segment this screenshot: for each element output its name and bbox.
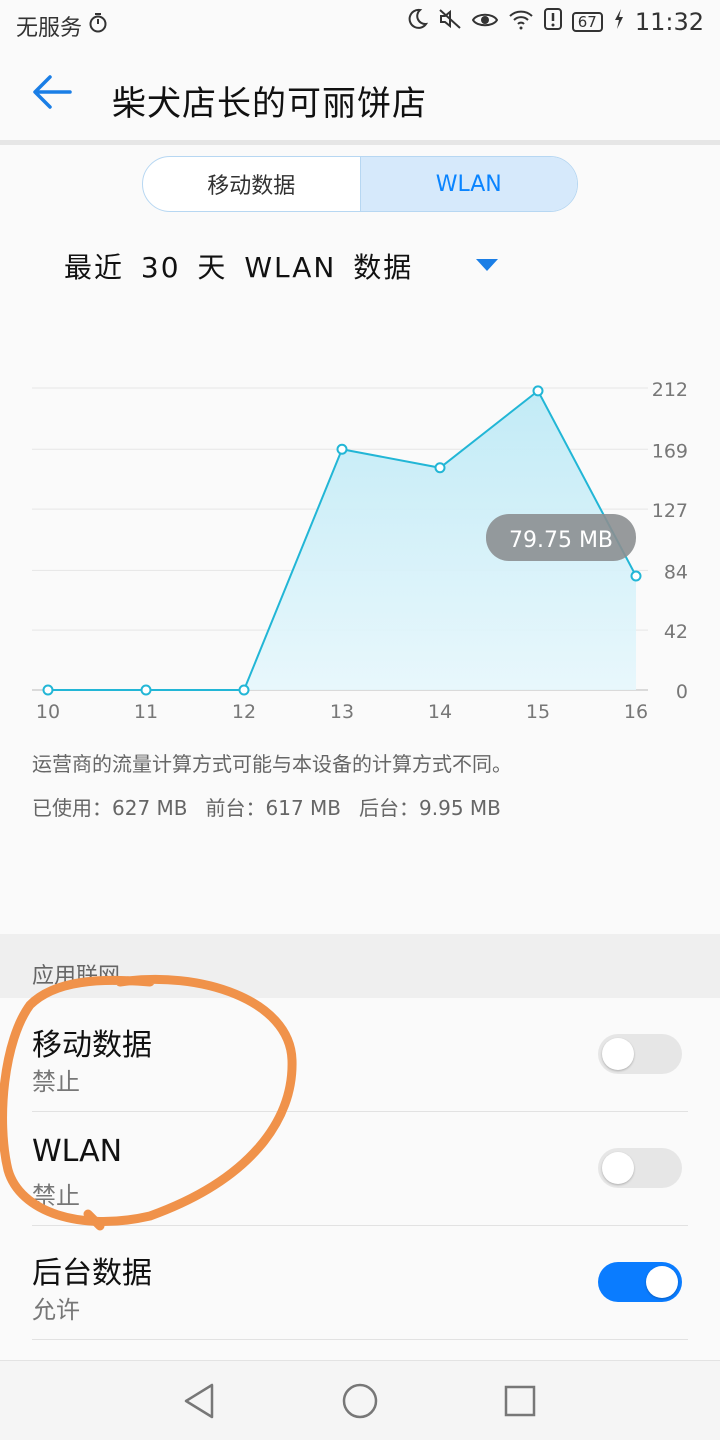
- usage-chart: 10 11 12 13 14 15 16 212 169 127 84 42 0 79.75 MB: [0, 360, 720, 730]
- section-title: 应用联网: [32, 964, 121, 989]
- mobile-data-toggle[interactable]: [598, 1034, 682, 1074]
- eye-icon: [471, 8, 498, 36]
- data-point[interactable]: [532, 385, 544, 397]
- background-data-toggle[interactable]: [598, 1262, 682, 1302]
- bolt-icon: [613, 8, 625, 36]
- carrier-text: 无服务: [16, 16, 83, 41]
- page-title: 柴犬店长的可丽饼店: [112, 84, 427, 124]
- wlan-toggle[interactable]: [598, 1148, 682, 1188]
- nav-back-button[interactable]: [178, 1379, 222, 1423]
- circle-home-icon: [342, 1383, 378, 1419]
- arrow-left-icon: [33, 75, 72, 109]
- y-tick-label: 169: [652, 440, 688, 462]
- status-bar-left: 无服务: [16, 10, 108, 42]
- list-item-wlan[interactable]: WLAN 禁止: [32, 1112, 688, 1226]
- x-tick-label: 11: [134, 701, 158, 723]
- network-access-list: 移动数据 禁止 WLAN 禁止 后台数据 允许: [0, 998, 720, 1360]
- x-tick-label: 14: [428, 701, 452, 723]
- y-tick-label: 127: [652, 500, 688, 522]
- carrier-note: 运营商的流量计算方式可能与本设备的计算方式不同。: [32, 752, 512, 776]
- row-title: WLAN: [32, 1134, 123, 1169]
- x-tick-label: 10: [36, 701, 60, 723]
- list-item-background-data[interactable]: 后台数据 允许: [32, 1226, 688, 1340]
- x-tick-label: 16: [624, 701, 648, 723]
- tab-wlan[interactable]: WLAN: [359, 157, 577, 211]
- row-divider: [32, 1339, 688, 1340]
- y-tick-label: 0: [676, 681, 688, 703]
- nav-home-button[interactable]: [338, 1379, 382, 1423]
- tab-mobile-data[interactable]: 移动数据: [143, 157, 360, 211]
- app-header: 柴犬店长的可丽饼店: [0, 52, 720, 140]
- y-tick-label: 84: [664, 561, 688, 583]
- chart-svg: 10 11 12 13 14 15 16 212 169 127 84 42 0 79.75 MB: [32, 379, 688, 723]
- usage-foreground: 前台：617 MB: [205, 796, 342, 820]
- nav-recents-button[interactable]: [498, 1379, 542, 1423]
- row-subtitle: 禁止: [32, 1068, 80, 1096]
- row-subtitle: 禁止: [32, 1182, 80, 1210]
- clock: 11:32: [634, 8, 704, 36]
- data-point[interactable]: [238, 684, 250, 696]
- battery-indicator: 67: [571, 12, 603, 32]
- tooltip-label: 79.75 MB: [509, 528, 613, 553]
- x-tick-label: 13: [330, 701, 354, 723]
- x-tick-label: 12: [232, 701, 256, 723]
- row-subtitle: 允许: [32, 1296, 80, 1324]
- status-bar: 无服务 67 11:32: [0, 0, 720, 52]
- data-point[interactable]: [42, 684, 54, 696]
- list-item-mobile-data[interactable]: 移动数据 禁止: [32, 998, 688, 1112]
- range-selector[interactable]: 最近 30 天 WLAN 数据: [64, 244, 504, 288]
- usage-summary: 已使用：627 MB 前台：617 MB 后台：9.95 MB: [32, 792, 501, 821]
- data-point[interactable]: [434, 462, 446, 474]
- navigation-bar: [0, 1360, 720, 1440]
- wifi-icon: [508, 8, 534, 36]
- back-button[interactable]: [28, 72, 84, 120]
- y-tick-label: 42: [664, 621, 688, 643]
- data-point[interactable]: [336, 443, 348, 455]
- dropdown-triangle-icon: [476, 259, 498, 271]
- status-bar-right: 67 11:32: [406, 8, 704, 36]
- usage-background: 后台：9.95 MB: [359, 796, 501, 820]
- square-recents-icon: [504, 1385, 536, 1417]
- data-point[interactable]: [630, 570, 642, 582]
- y-tick-label: 212: [652, 379, 688, 401]
- range-label: 最近 30 天 WLAN 数据: [64, 251, 414, 284]
- usage-used: 已使用：627 MB: [32, 796, 188, 820]
- triangle-back-icon: [184, 1383, 214, 1419]
- x-tick-label: 15: [526, 701, 550, 723]
- toggle-knob: [602, 1038, 634, 1070]
- toggle-knob: [646, 1266, 678, 1298]
- mute-icon: [438, 8, 462, 36]
- stopwatch-icon: [88, 12, 108, 40]
- chart-tooltip: 79.75 MB: [486, 514, 636, 561]
- row-title: 后台数据: [32, 1256, 152, 1291]
- data-type-tabs: 移动数据 WLAN: [142, 156, 578, 212]
- toggle-knob: [602, 1152, 634, 1184]
- row-title: 移动数据: [32, 1028, 152, 1063]
- moon-icon: [406, 8, 428, 36]
- header-divider: [0, 140, 720, 145]
- data-point[interactable]: [140, 684, 152, 696]
- alert-icon: [543, 8, 562, 36]
